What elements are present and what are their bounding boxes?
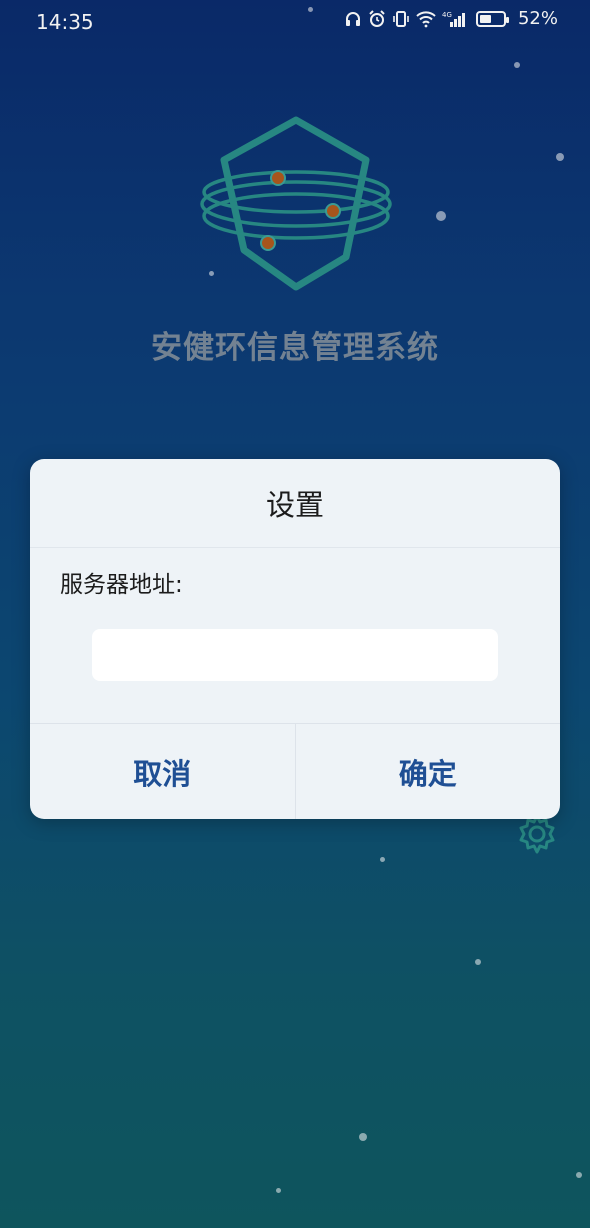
server-address-label: 服务器地址:: [60, 572, 183, 598]
cancel-button[interactable]: 取消: [30, 724, 296, 819]
server-address-input[interactable]: [92, 629, 498, 681]
dialog-title: 设置: [30, 459, 560, 548]
dialog-actions: 取消 确定: [30, 723, 560, 819]
confirm-button[interactable]: 确定: [296, 724, 561, 819]
settings-dialog: 设置 服务器地址: 取消 确定: [30, 459, 560, 819]
